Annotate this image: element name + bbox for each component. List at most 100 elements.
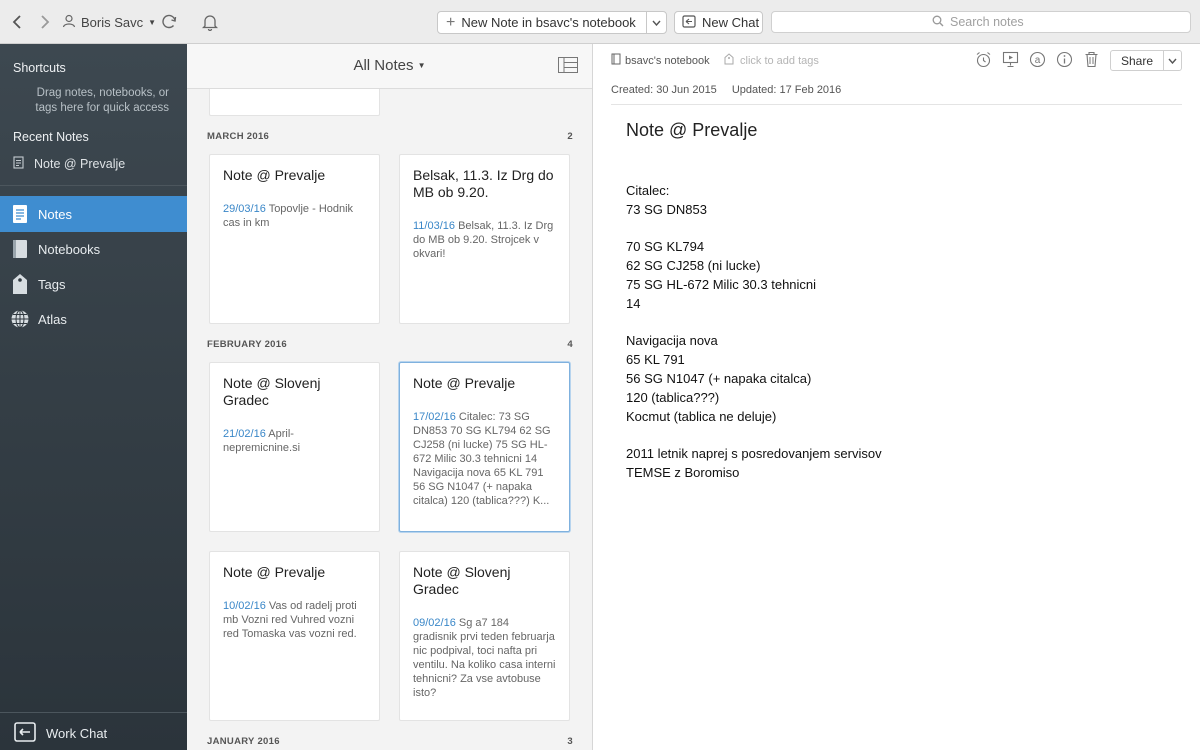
note-card-date: 09/02/16	[413, 617, 456, 629]
recent-note-item[interactable]: Note @ Prevalje	[13, 156, 125, 172]
user-icon	[62, 14, 76, 31]
note-card[interactable]: Note @ Slovenj Gradec 09/02/16 Sg a7 184…	[399, 551, 570, 721]
note-card-title: Belsak, 11.3. Iz Drg do MB ob 9.20.	[413, 167, 554, 200]
shortcuts-hint: Drag notes, notebooks, or tags here for …	[35, 87, 169, 114]
notebook-selector[interactable]: bsavc's notebook	[611, 53, 710, 68]
recent-note-label: Note @ Prevalje	[34, 157, 126, 171]
section-count: 3	[567, 736, 573, 747]
search-box[interactable]	[771, 11, 1191, 33]
note-body-line: 2011 letnik naprej s posredovanjem servi…	[626, 446, 882, 462]
note-card-snippet: 10/02/16 Vas od radelj proti mb Vozni re…	[223, 599, 366, 641]
new-note-main[interactable]: + New Note in bsavc's notebook	[438, 12, 646, 33]
trash-icon[interactable]	[1082, 50, 1101, 69]
search-icon	[932, 15, 944, 30]
note-body-line	[626, 426, 1166, 445]
note-card-selected[interactable]: Note @ Prevalje 17/02/16 Citalec: 73 SG …	[399, 362, 570, 532]
editor-divider	[611, 104, 1182, 105]
chevron-down-icon: ▼	[417, 61, 426, 70]
new-chat-label: New Chat	[702, 15, 760, 30]
note-body[interactable]: Citalec: 73 SG DN853 70 SG KL794 62 SG C…	[626, 182, 1166, 483]
notebook-icon	[10, 238, 30, 260]
note-list-header: All Notes ▼	[187, 44, 592, 89]
back-arrow-icon[interactable]	[8, 12, 26, 32]
note-card-date: 21/02/16	[223, 428, 266, 440]
new-chat-button[interactable]: New Chat	[674, 11, 763, 34]
sidebar-item-label: Tags	[38, 276, 66, 292]
work-chat-label: Work Chat	[46, 726, 108, 741]
tag-icon	[10, 273, 30, 295]
note-icon	[13, 156, 24, 172]
share-label: Share	[1120, 53, 1154, 68]
note-card-text: Citalec: 73 SG DN853 70 SG KL794 62 SG C…	[413, 411, 551, 507]
sync-icon[interactable]	[158, 11, 180, 33]
note-card-date: 11/03/16	[413, 220, 456, 232]
sidebar-item-atlas[interactable]: Atlas	[0, 301, 187, 337]
section-label: FEBRUARY 2016	[207, 339, 287, 350]
created-date: Created: 30 Jun 2015	[611, 84, 717, 96]
reminder-icon[interactable]	[974, 50, 993, 69]
note-card-text: Sg a7 184 gradisnik prvi teden februarja…	[413, 617, 556, 699]
info-icon[interactable]	[1055, 50, 1074, 69]
note-card[interactable]: Note @ Prevalje 10/02/16 Vas od radelj p…	[209, 551, 380, 721]
note-card-title: Note @ Slovenj Gradec	[413, 564, 511, 597]
sidebar-item-tags[interactable]: Tags	[0, 266, 187, 302]
note-card-snippet: 09/02/16 Sg a7 184 gradisnik prvi teden …	[413, 616, 556, 700]
sidebar-divider	[0, 712, 187, 713]
new-note-label: New Note in bsavc's notebook	[461, 15, 636, 30]
note-card[interactable]: Note @ Slovenj Gradec 21/02/16 April-nep…	[209, 362, 380, 532]
note-card-snippet: 29/03/16 Topovlje - Hodnik cas in km	[223, 202, 366, 230]
view-options-icon[interactable]	[558, 57, 578, 73]
svg-text:a: a	[1035, 55, 1041, 66]
note-card-snippet: 21/02/16 April-nepremicnine.si	[223, 427, 366, 455]
work-chat-share-icon[interactable]: a	[1028, 50, 1047, 69]
shortcuts-heading[interactable]: Shortcuts	[13, 61, 66, 75]
sidebar-divider	[0, 185, 187, 186]
chevron-down-icon[interactable]	[1163, 51, 1181, 70]
note-card[interactable]: Belsak, 11.3. Iz Drg do MB ob 9.20. 11/0…	[399, 154, 570, 324]
section-header-february: FEBRUARY 2016 4	[207, 339, 573, 350]
section-header-january: JANUARY 2016 3	[207, 736, 573, 747]
new-note-button[interactable]: + New Note in bsavc's notebook	[437, 11, 667, 34]
notes-icon	[10, 203, 30, 225]
section-count: 2	[567, 131, 573, 142]
sidebar-item-label: Notebooks	[38, 241, 101, 257]
note-card-date: 17/02/16	[413, 411, 456, 423]
note-body-line: 14	[626, 295, 641, 311]
share-button[interactable]: Share	[1110, 50, 1182, 71]
work-chat-button[interactable]: Work Chat	[14, 722, 107, 745]
presentation-icon[interactable]	[1001, 50, 1020, 69]
note-editor: bsavc's notebook click to add tags a Sha…	[594, 44, 1200, 750]
sidebar-item-label: Notes	[38, 206, 72, 222]
tag-placeholder: click to add tags	[740, 54, 819, 67]
note-body-line: 62 SG CJ258 (ni lucke)	[626, 258, 761, 274]
note-card-snippet: 17/02/16 Citalec: 73 SG DN853 70 SG KL79…	[413, 410, 556, 508]
note-body-line: 70 SG KL794	[626, 239, 705, 255]
account-menu[interactable]: Boris Savc ▼	[62, 12, 156, 32]
section-count: 4	[567, 339, 573, 350]
work-chat-icon	[14, 722, 36, 745]
updated-date: Updated: 17 Feb 2016	[731, 84, 842, 96]
new-note-dropdown[interactable]	[646, 12, 666, 33]
sidebar-item-notes[interactable]: Notes	[0, 196, 187, 232]
forward-arrow-icon[interactable]	[36, 12, 54, 32]
note-card-snippet: 11/03/16 Belsak, 11.3. Iz Drg do MB ob 9…	[413, 219, 556, 261]
note-card[interactable]: Note @ Prevalje 29/03/16 Topovlje - Hodn…	[209, 154, 380, 324]
note-title[interactable]: Note @ Prevalje	[626, 120, 757, 141]
sidebar-item-label: Atlas	[38, 311, 67, 327]
notebook-name: bsavc's notebook	[625, 54, 710, 67]
note-body-line: Citalec:	[626, 183, 670, 198]
note-metadata: Created: 30 Jun 2015 Updated: 17 Feb 201…	[611, 84, 841, 96]
section-label: MARCH 2016	[207, 131, 270, 142]
note-list-title[interactable]: All Notes ▼	[187, 57, 592, 74]
note-body-line: TEMSE z Boromiso	[626, 464, 740, 480]
sidebar-item-notebooks[interactable]: Notebooks	[0, 231, 187, 267]
tag-field[interactable]: click to add tags	[724, 53, 819, 68]
note-card-title: Note @ Prevalje	[223, 167, 326, 183]
bell-icon[interactable]	[200, 11, 220, 33]
note-body-line: Kocmut (tablica ne deluje)	[626, 408, 777, 424]
globe-icon	[10, 308, 30, 330]
search-input[interactable]	[950, 15, 1030, 29]
note-card-title: Note @ Prevalje	[413, 375, 516, 391]
chat-icon	[682, 14, 696, 31]
user-name: Boris Savc	[81, 14, 144, 30]
